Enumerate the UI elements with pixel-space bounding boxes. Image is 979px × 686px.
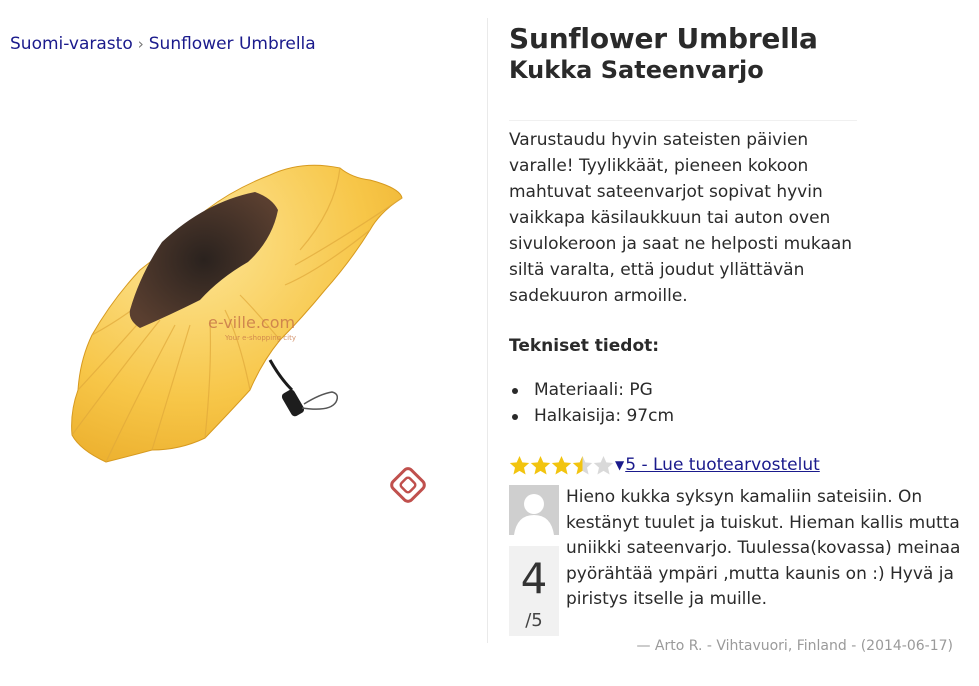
spec-item-diameter: Halkaisija: 97cm [509, 403, 674, 429]
breadcrumb-separator: › [137, 35, 144, 53]
star-half-icon [572, 455, 593, 474]
product-title: Sunflower Umbrella [509, 22, 818, 55]
title-divider [509, 120, 857, 121]
specs-list: Materiaali: PG Halkaisija: 97cm [509, 377, 674, 429]
review-author: — Arto R. - Vihtavuori, Finland - (2014-… [636, 638, 953, 654]
watermark-text: e-ville.com [208, 313, 295, 332]
breadcrumb-home-link[interactable]: Suomi-varasto [10, 34, 133, 54]
star-full-icon [530, 455, 551, 474]
product-description: Varustaudu hyvin sateisten päivien varal… [509, 130, 853, 306]
spec-item-material: Materiaali: PG [509, 377, 674, 403]
review-score-max: /5 [525, 610, 543, 631]
rating-row[interactable]: ▼ 5 - Lue tuotearvostelut [509, 452, 820, 478]
product-image[interactable]: e-ville.com Your e-shopping city [40, 150, 440, 510]
breadcrumb-current-link[interactable]: Sunflower Umbrella [149, 34, 316, 54]
watermark-tagline: Your e-shopping city [224, 334, 296, 342]
product-subtitle: Kukka Sateenvarjo [509, 56, 764, 84]
star-rating [509, 455, 614, 476]
eville-logo-icon [390, 467, 426, 503]
specs-heading: Tekniset tiedot: [509, 336, 660, 356]
star-empty-icon [593, 455, 614, 474]
avatar-placeholder-icon [509, 485, 559, 535]
star-full-icon [509, 455, 530, 474]
reviews-link[interactable]: 5 - Lue tuotearvostelut [625, 455, 820, 475]
review-text: Hieno kukka syksyn kamaliin sateisiin. O… [566, 487, 961, 609]
caret-down-icon[interactable]: ▼ [615, 458, 624, 472]
review-score-box: 4 /5 [509, 546, 559, 636]
breadcrumb: Suomi-varasto › Sunflower Umbrella [10, 34, 316, 54]
review-score: 4 [520, 554, 548, 603]
star-full-icon [551, 455, 572, 474]
column-divider [487, 18, 488, 643]
